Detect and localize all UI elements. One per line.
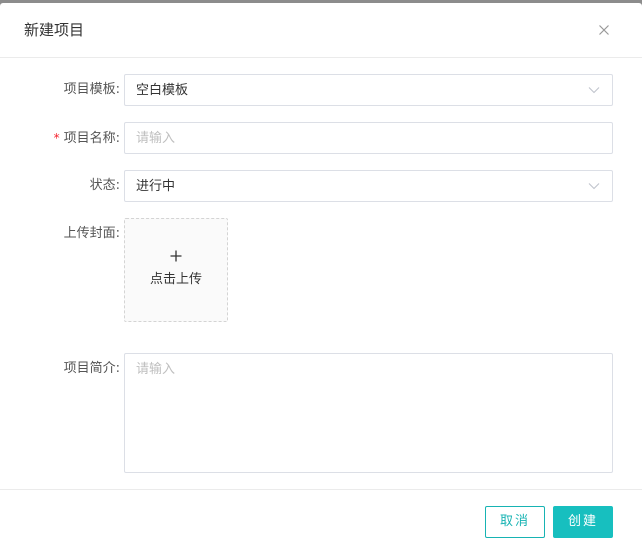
status-select-value: 进行中: [136, 179, 176, 194]
dialog-title: 新建项目: [24, 21, 85, 39]
name-label: * 项目名称:: [53, 131, 120, 146]
status-label: 状态:: [89, 178, 120, 193]
plus-icon: [170, 250, 182, 262]
template-select-value: 空白模板: [136, 83, 189, 98]
dialog-header: 新建项目: [0, 3, 642, 58]
description-label: 项目简介:: [63, 361, 120, 376]
chevron-down-icon: [588, 86, 600, 94]
cancel-button[interactable]: 取消: [485, 506, 545, 538]
project-name-input[interactable]: [125, 123, 612, 153]
upload-text: 点击上传: [149, 272, 202, 287]
status-select[interactable]: 进行中: [124, 170, 613, 202]
cover-upload-button[interactable]: 点击上传: [124, 218, 228, 322]
new-project-dialog: 新建项目 项目模板: 空白模板 *项目名称: 状态: 进行中 上传封面:: [0, 3, 642, 554]
template-label: 项目模板:: [63, 82, 120, 97]
chevron-down-icon: [588, 182, 600, 190]
cover-label: 上传封面:: [63, 226, 120, 241]
required-mark: *: [53, 131, 60, 145]
dialog-footer: 取消 创建: [0, 489, 642, 554]
create-button[interactable]: 创建: [553, 506, 613, 538]
name-field-wrapper: [124, 122, 613, 154]
template-select[interactable]: 空白模板: [124, 74, 613, 106]
close-icon[interactable]: [598, 24, 610, 36]
project-description-textarea[interactable]: [124, 353, 613, 473]
